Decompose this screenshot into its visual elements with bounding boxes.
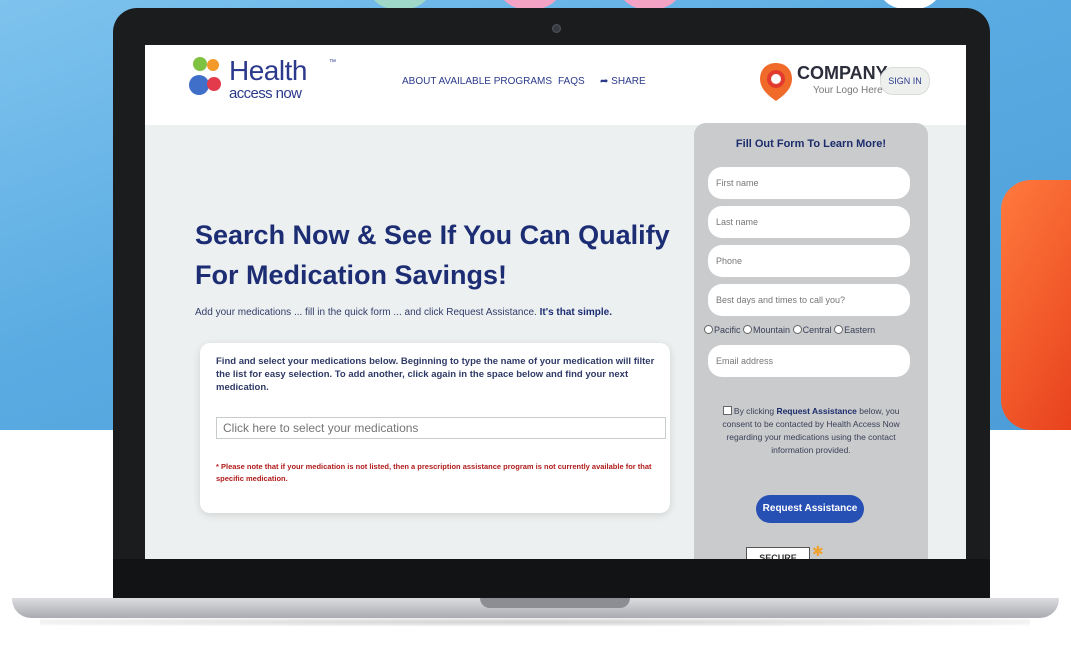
laptop-camera [552,24,561,33]
timezone-option-eastern[interactable]: Eastern [834,325,875,335]
timezone-radio-group: Pacific Mountain Central Eastern [704,325,924,335]
timezone-label: Central [802,325,832,335]
phone-field[interactable]: Phone [708,245,910,277]
company-tagline: Your Logo Here [813,85,883,96]
radio-icon [834,325,844,334]
logo-word: Health [229,55,307,86]
site-header: Health ™ access now ABOUT AVAILABLE PROG… [145,45,966,125]
timezone-option-central[interactable]: Central [792,325,832,335]
hero-headline-line1: Search Now & See If You Can Qualify [195,220,670,250]
hero-subline-text: Add your medications ... fill in the qui… [195,307,537,318]
hero-headline-line2: For Medication Savings! [195,260,508,290]
nav-about-programs[interactable]: ABOUT AVAILABLE PROGRAMS [402,76,552,87]
request-assistance-button[interactable]: Request Assistance [756,495,864,523]
hero-subline: Add your medications ... fill in the qui… [195,307,612,318]
company-name: COMPANY [797,63,888,83]
consent-pre: By clicking [733,406,775,416]
timezone-label: Pacific [714,325,741,335]
timezone-option-pacific[interactable]: Pacific [704,325,741,335]
email-field[interactable]: Email address [708,345,910,377]
medication-note: * Please note that if your medication is… [216,462,652,483]
logo-trademark: ™ [329,59,336,66]
radio-icon [792,325,802,334]
share-icon: ➦ [600,76,609,87]
medication-search-input[interactable] [216,417,666,439]
sign-in-button[interactable]: SIGN IN [880,67,930,95]
background-orange-shape [1001,180,1071,430]
logo-dot-red [207,77,221,91]
first-name-field[interactable]: First name [708,167,910,199]
nav-share[interactable]: ➦ SHARE [600,76,646,87]
logo-dot-green [193,57,207,71]
logo-dot-orange [207,59,219,71]
company-logo-icon [760,63,792,101]
logo-subword: access now [229,85,302,102]
last-name-field[interactable]: Last name [708,206,910,238]
consent-bold: Request Assistance [776,406,857,416]
secure-star-icon: ✱ [812,543,824,559]
medication-card: Find and select your medications below. … [200,343,670,513]
consent-checkbox[interactable] [722,406,732,415]
timezone-option-mountain[interactable]: Mountain [743,325,790,335]
hero-headline: Search Now & See If You Can Qualify For … [195,215,715,295]
secure-badge: SECURE [746,547,810,559]
laptop-bottom-bezel [113,559,990,600]
consent-text: By clicking Request Assistance below, yo… [708,405,914,457]
logo-dot-blue [189,75,209,95]
radio-icon [704,325,713,334]
radio-icon [743,325,753,334]
hero-subline-bold: It's that simple. [539,307,613,318]
medication-instructions: Find and select your medications below. … [216,356,655,393]
timezone-label: Eastern [844,325,876,335]
form-title: Fill Out Form To Learn More! [735,138,887,150]
laptop-base-notch [480,598,630,608]
best-time-field[interactable]: Best days and times to call you? [708,284,910,316]
lead-form: Fill Out Form To Learn More! First name … [694,123,928,559]
nav-faqs[interactable]: FAQS [558,76,585,87]
nav-share-label: SHARE [611,76,646,87]
laptop-screen: Health ™ access now ABOUT AVAILABLE PROG… [145,45,966,559]
timezone-label: Mountain [753,325,791,335]
laptop-shadow [40,618,1030,626]
